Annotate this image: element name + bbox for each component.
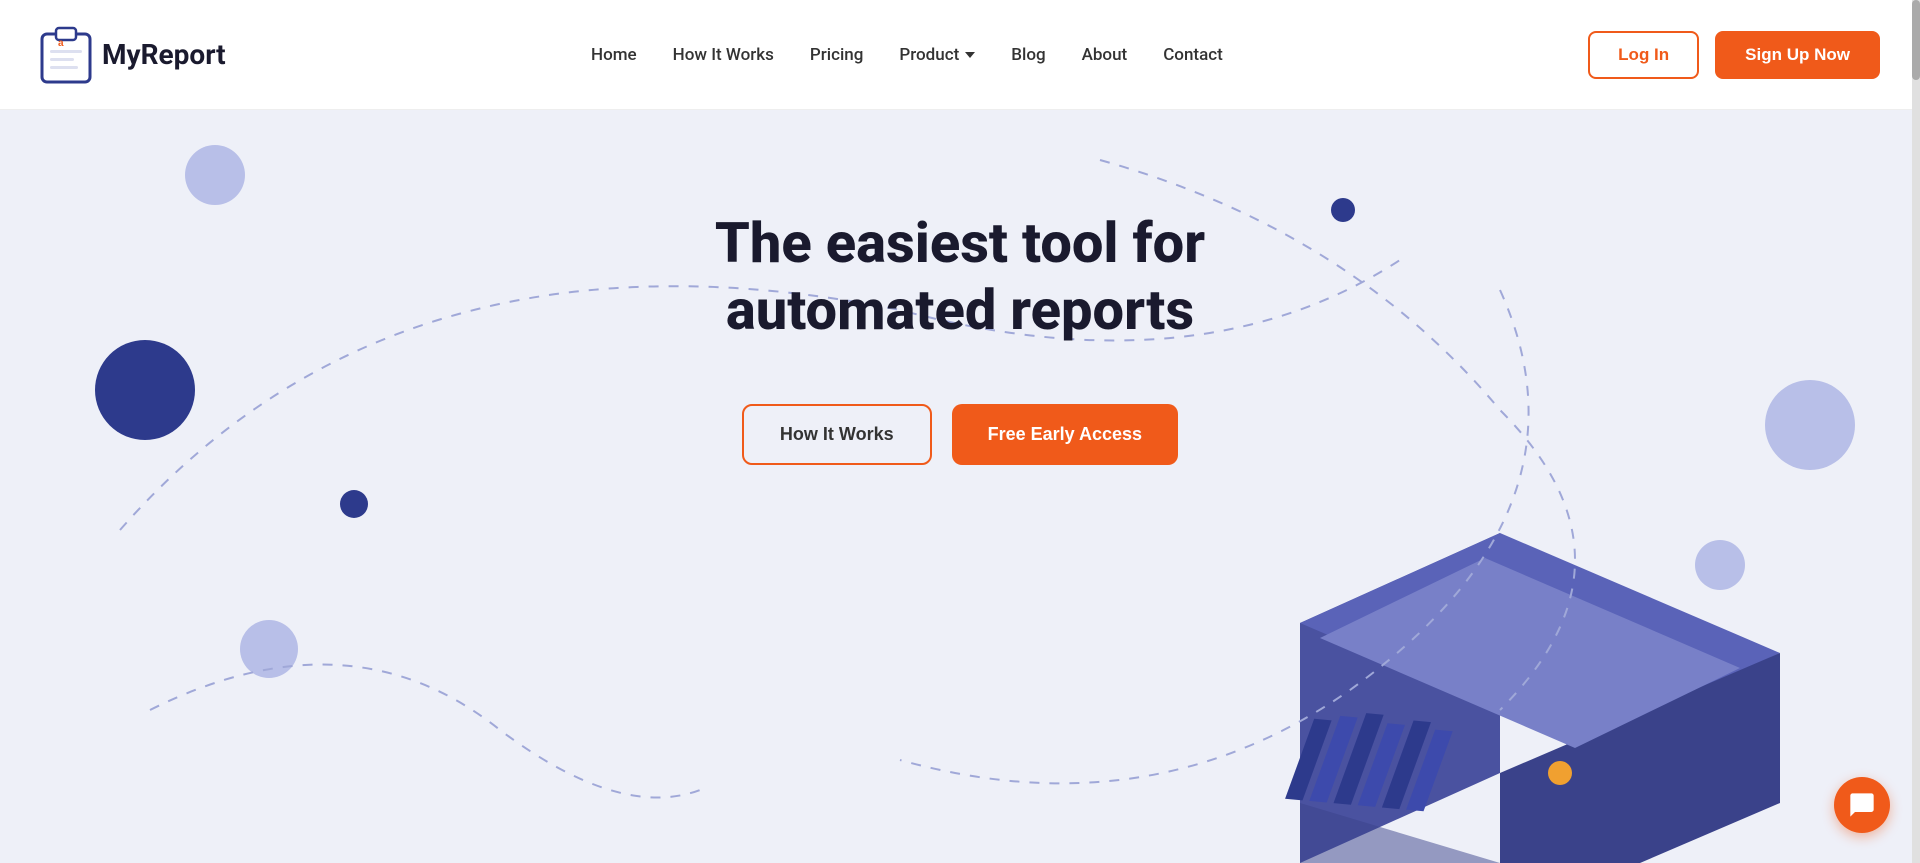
nav-links: Home How It Works Pricing Product Blog A… [591, 45, 1223, 65]
nav-actions: Log In Sign Up Now [1588, 31, 1880, 79]
nav-item-home[interactable]: Home [591, 45, 637, 65]
navbar: a MyReport Home How It Works Pricing Pro… [0, 0, 1920, 110]
nav-link-how-it-works[interactable]: How It Works [673, 45, 774, 65]
hero-section: The easiest tool for automated reports H… [0, 110, 1920, 863]
hero-title: The easiest tool for automated reports [585, 210, 1335, 344]
chat-bubble-button[interactable] [1834, 777, 1890, 833]
nav-item-product[interactable]: Product [899, 45, 975, 65]
chevron-down-icon [965, 52, 975, 58]
nav-item-how-it-works[interactable]: How It Works [673, 45, 774, 65]
svg-text:a: a [58, 38, 64, 49]
hero-free-access-button[interactable]: Free Early Access [952, 404, 1178, 465]
login-button[interactable]: Log In [1588, 31, 1699, 79]
logo-icon: a [40, 26, 92, 84]
deco-circle-large-dark [95, 340, 195, 440]
deco-circle-right-light [1765, 380, 1855, 470]
deco-circle-bottom-left [240, 620, 298, 678]
nav-item-contact[interactable]: Contact [1163, 45, 1223, 65]
logo-link[interactable]: a MyReport [40, 26, 226, 84]
scrollbar-thumb[interactable] [1912, 0, 1920, 80]
nav-link-about[interactable]: About [1082, 45, 1128, 65]
deco-circle-top-left [185, 145, 245, 205]
scrollbar-track[interactable] [1912, 0, 1920, 863]
nav-link-pricing[interactable]: Pricing [810, 45, 864, 65]
nav-link-product[interactable]: Product [899, 45, 975, 65]
deco-circle-small-dark [340, 490, 368, 518]
logo-text: MyReport [102, 38, 226, 71]
nav-item-pricing[interactable]: Pricing [810, 45, 864, 65]
nav-link-blog[interactable]: Blog [1011, 45, 1045, 65]
signup-button[interactable]: Sign Up Now [1715, 31, 1880, 79]
hero-how-it-works-button[interactable]: How It Works [742, 404, 932, 465]
hero-buttons: How It Works Free Early Access [742, 404, 1178, 465]
nav-link-home[interactable]: Home [591, 45, 637, 65]
nav-item-blog[interactable]: Blog [1011, 45, 1045, 65]
nav-link-contact[interactable]: Contact [1163, 45, 1223, 65]
hero-illustration [1220, 483, 1820, 863]
chat-icon [1848, 791, 1876, 819]
nav-item-about[interactable]: About [1082, 45, 1128, 65]
